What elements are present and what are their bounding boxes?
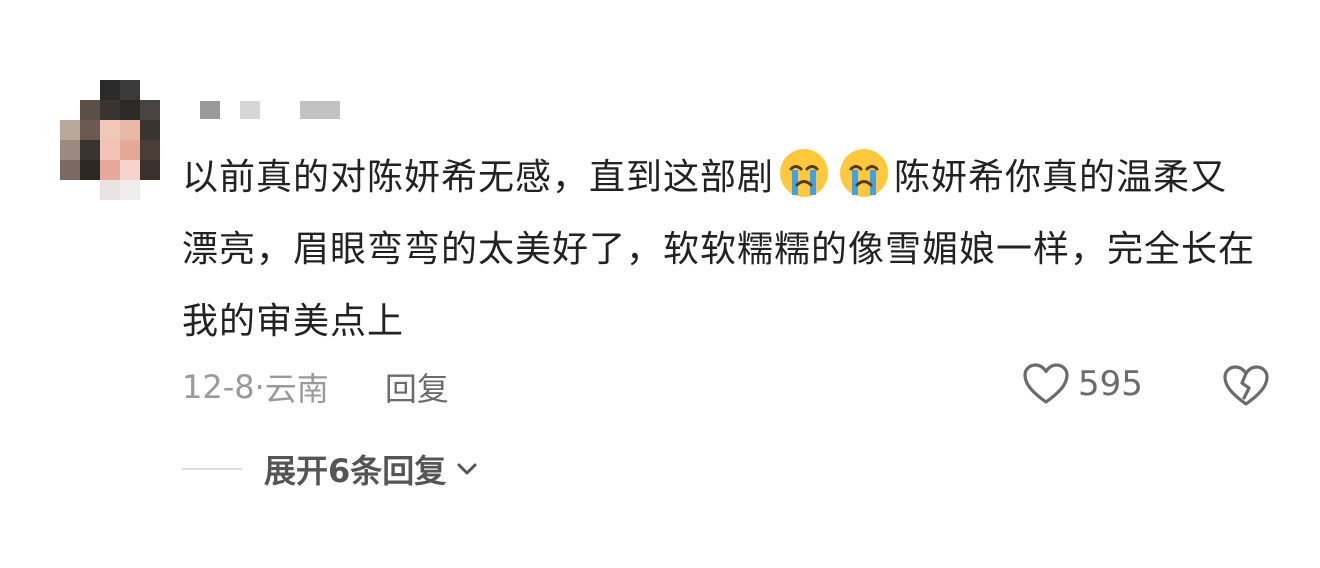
comment-meta: 12-8 · 云南 回复 [182,364,449,410]
avatar[interactable] [60,80,160,200]
heart-icon [1023,363,1069,404]
comment-text-part-1: 以前真的对陈妍希无感，直到这部剧 [182,157,775,198]
loudly-crying-face-emoji [840,149,889,197]
expand-replies[interactable]: 展开6条回复 [182,446,480,492]
meta-separator: · [254,368,265,406]
username-redacted[interactable] [200,101,340,119]
chevron-down-icon[interactable] [454,456,480,482]
dislike-button[interactable] [1222,364,1270,412]
comment-text: 以前真的对陈妍希无感，直到这部剧 陈妍希你真的温柔又漂亮，眉眼弯弯的太美好了，软… [182,142,1262,358]
like-button[interactable]: 595 [1022,362,1143,406]
reply-button[interactable]: 回复 [385,364,449,410]
comment-date: 12-8 [182,368,255,406]
replies-divider-line [182,468,242,470]
comment-location: 云南 [264,370,329,408]
loudly-crying-face-emoji [780,149,829,197]
expand-replies-label[interactable]: 展开6条回复 [264,446,446,492]
broken-heart-icon [1223,365,1269,406]
like-count: 595 [1078,364,1143,404]
